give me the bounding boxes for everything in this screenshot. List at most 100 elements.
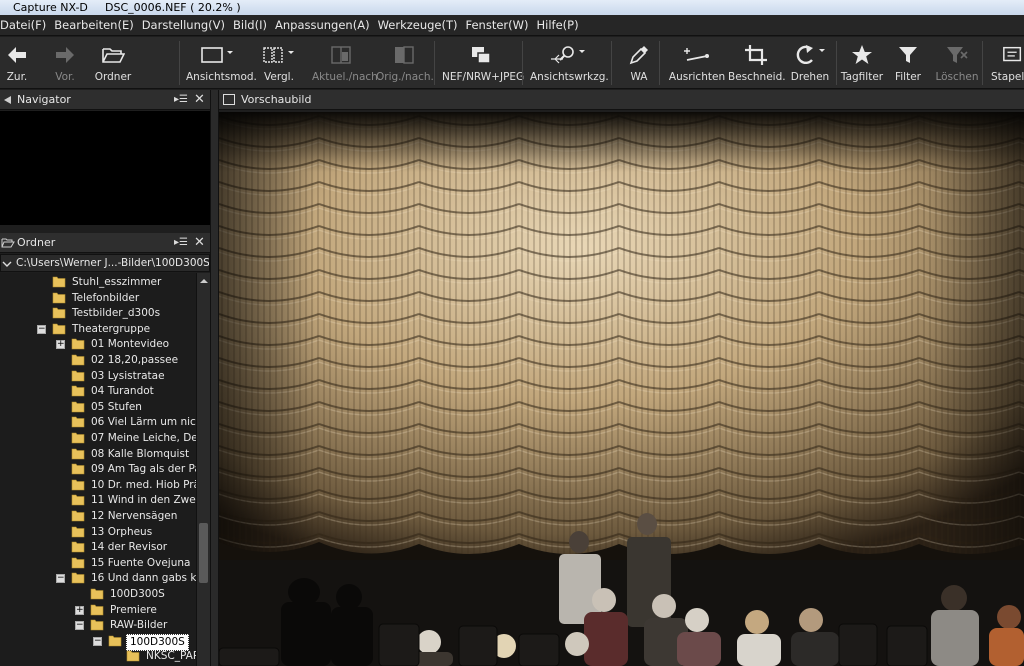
folder-icon — [71, 448, 85, 459]
original-after-label: Orig./nach. — [376, 71, 434, 83]
close-icon[interactable]: ✕ — [194, 233, 205, 252]
folder-icon — [71, 557, 85, 569]
nef-jpeg-icon — [472, 47, 491, 64]
compare-label: Vergl. — [264, 71, 294, 83]
straighten-button[interactable]: Ausrichten — [669, 37, 725, 88]
folder-button[interactable]: Ordner — [95, 37, 131, 88]
folder-path-dropdown[interactable]: C:\Users\Werner J...-Bilder\100D300S — [0, 254, 210, 272]
folder-open-icon — [102, 48, 125, 63]
view-mode-label: Ansichtsmod. — [186, 71, 257, 83]
tree-item[interactable]: − RAW-Bilder — [0, 618, 196, 634]
tree-item[interactable]: 05 Stufen — [0, 400, 196, 416]
folder-icon — [71, 495, 85, 506]
chevron-up-icon[interactable] — [198, 276, 210, 286]
preview-image[interactable] — [219, 112, 1024, 666]
crop-icon — [745, 45, 767, 65]
main-toolbar: Zur. Vor. Ordner Ansichtsmod. Vergl. Akt… — [0, 37, 1024, 89]
folder-icon — [71, 370, 85, 381]
batch-button[interactable]: Stapels — [991, 37, 1024, 88]
tree-item[interactable]: 06 Viel Lärm um nichts — [0, 415, 196, 431]
collapse-icon[interactable]: − — [37, 324, 46, 334]
crop-button[interactable]: Beschneid. — [728, 37, 786, 88]
filter-button[interactable]: Filter — [895, 37, 921, 88]
collapse-icon[interactable]: − — [75, 621, 84, 631]
batch-label: Stapels — [991, 71, 1024, 83]
white-balance-button[interactable]: WA — [626, 37, 652, 88]
clear-filter-button[interactable]: Löschen — [935, 37, 979, 88]
straighten-label: Ausrichten — [668, 71, 726, 83]
eyedropper-icon — [629, 46, 648, 65]
toolbar-separator — [179, 41, 180, 85]
expand-icon[interactable]: + — [75, 605, 84, 615]
folder-tree: Stuhl_esszimmer Telefonbilder Testbilder… — [0, 273, 196, 666]
tree-item[interactable]: 07 Meine Leiche, Deine — [0, 431, 196, 447]
navigator-title: Navigator — [17, 93, 71, 106]
tree-item[interactable]: − Theatergruppe — [0, 322, 196, 338]
original-after-button[interactable]: Orig./nach. — [376, 37, 434, 88]
menu-darstellung[interactable]: Darstellung(V) — [138, 15, 229, 35]
tree-item[interactable]: 12 Nervensägen — [0, 509, 196, 525]
tree-item[interactable]: 11 Wind in den Zweigen — [0, 493, 196, 509]
panel-menu-icon[interactable]: ▸☰ — [174, 233, 188, 252]
menu-bild[interactable]: Bild(I) — [229, 15, 271, 35]
white-balance-label: WA — [630, 71, 648, 83]
menu-bar: Datei(F) Bearbeiten(E) Darstellung(V) Bild(… — [0, 15, 1024, 36]
tree-item[interactable]: 14 der Revisor — [0, 540, 196, 556]
panel-splitter[interactable] — [210, 90, 219, 666]
folders-header[interactable]: Ordner ▸☰ ✕ — [0, 233, 210, 253]
back-button[interactable]: Zur. — [4, 37, 30, 88]
menu-anpassungen[interactable]: Anpassungen(A) — [271, 15, 374, 35]
tree-item[interactable]: −16 Und dann gabs keinen mehr — [0, 571, 196, 587]
view-mode-button[interactable]: Ansichtsmod. — [186, 37, 257, 88]
straighten-icon — [684, 48, 709, 61]
panel-menu-icon[interactable]: ▸☰ — [174, 90, 188, 109]
tree-item[interactable]: + Premiere — [0, 603, 196, 619]
tree-item[interactable]: 13 Orpheus — [0, 525, 196, 541]
tree-item[interactable]: 03 Lysistratae — [0, 369, 196, 385]
compare-icon — [263, 47, 294, 63]
folder-icon — [71, 510, 85, 522]
zoom-tool-label: Ansichtswrkzg. — [530, 71, 609, 83]
tree-item[interactable]: 02 18,20,passee — [0, 353, 196, 369]
tree-item[interactable]: 09 Am Tag als der Papst — [0, 462, 196, 478]
arrow-right-icon — [56, 47, 74, 63]
pin-icon — [4, 96, 11, 104]
close-icon[interactable]: ✕ — [194, 90, 205, 109]
folder-icon — [71, 354, 85, 366]
tree-item[interactable]: 15 Fuente Ovejuna — [0, 556, 196, 572]
menu-bearbeiten[interactable]: Bearbeiten(E) — [50, 15, 137, 35]
tree-item[interactable]: 08 Kalle Blomquist — [0, 447, 196, 463]
tree-item[interactable]: 100D300S — [0, 587, 196, 603]
tree-item-selected[interactable]: −100D300S — [0, 633, 196, 651]
rotate-button[interactable]: Drehen — [791, 37, 829, 88]
tag-filter-button[interactable]: Tagfilter — [841, 37, 883, 88]
folder-icon — [71, 432, 85, 444]
menu-werkzeuge[interactable]: Werkzeuge(T) — [374, 15, 462, 35]
scrollbar-thumb[interactable] — [199, 523, 208, 583]
current-after-button[interactable]: Aktuel./nach. — [312, 37, 381, 88]
menu-datei[interactable]: Datei(F) — [0, 15, 50, 35]
folder-icon — [90, 619, 104, 631]
expand-icon[interactable]: + — [56, 340, 65, 350]
collapse-icon[interactable]: − — [56, 574, 65, 584]
folder-tree-scrollbar[interactable] — [196, 273, 210, 666]
collapse-icon[interactable]: − — [93, 636, 102, 646]
menu-hilfe[interactable]: Hilfe(P) — [533, 15, 583, 35]
tree-item[interactable]: +01 Montevideo — [0, 337, 196, 353]
tree-item[interactable]: 10 Dr. med. Hiob Prätorius — [0, 478, 196, 494]
tree-item[interactable]: Testbilder_d300s — [0, 306, 196, 322]
back-label: Zur. — [6, 71, 28, 83]
window-title-bar: Capture NX-D DSC_0006.NEF ( 20.2% ) — [0, 0, 1024, 15]
zoom-tool-button[interactable]: Ansichtswrkzg. — [530, 37, 609, 88]
nef-jpeg-button[interactable]: NEF/NRW+JPEG — [442, 37, 524, 88]
compare-button[interactable]: Vergl. — [259, 37, 299, 88]
navigator-header[interactable]: Navigator ▸☰ ✕ — [0, 90, 210, 110]
menu-fenster[interactable]: Fenster(W) — [462, 15, 533, 35]
tree-item[interactable]: NKSC_PARAM — [0, 649, 196, 665]
forward-button[interactable]: Vor. — [52, 37, 78, 88]
tree-item[interactable]: 04 Turandot — [0, 384, 196, 400]
tree-item[interactable]: Stuhl_esszimmer — [0, 275, 196, 291]
toolbar-separator — [522, 41, 523, 85]
folder-icon — [71, 417, 85, 428]
tree-item[interactable]: Telefonbilder — [0, 291, 196, 307]
